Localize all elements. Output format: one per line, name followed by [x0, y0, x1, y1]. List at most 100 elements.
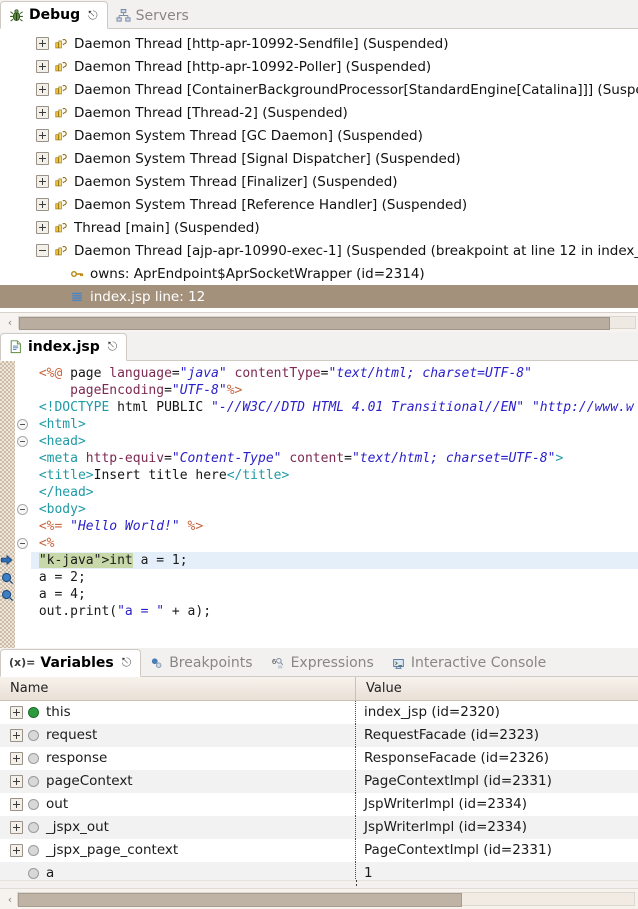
expand-icon[interactable] [36, 175, 49, 188]
variable-value-cell[interactable]: ResponseFacade (id=2326) [356, 747, 638, 770]
variable-name-cell[interactable]: pageContext [0, 769, 356, 793]
code-line[interactable]: <!DOCTYPE html PUBLIC "-//W3C//DTD HTML … [31, 399, 638, 416]
tab-expressions[interactable]: 6 Expressions [262, 650, 383, 677]
debug-scroll-track[interactable] [18, 315, 636, 330]
code-line[interactable]: <meta http-equiv="Content-Type" content=… [31, 450, 638, 467]
code-line[interactable]: a = 2; [31, 569, 638, 586]
variable-name-cell[interactable]: request [0, 723, 356, 747]
variables-table[interactable]: Name Value this index_jsp (id=2320) reques… [0, 676, 638, 880]
debug-tree-row[interactable]: Daemon Thread [Thread-2] (Suspended) [0, 101, 638, 124]
debug-tree-row[interactable]: Thread [main] (Suspended) [0, 216, 638, 239]
table-row[interactable]: out JspWriterImpl (id=2334) [0, 792, 638, 816]
debug-tree-row[interactable]: Daemon Thread [http-apr-10992-Sendfile] … [0, 32, 638, 55]
variable-value-cell[interactable]: RequestFacade (id=2323) [356, 724, 638, 747]
variable-value-cell[interactable]: JspWriterImpl (id=2334) [356, 793, 638, 816]
expand-icon[interactable] [36, 152, 49, 165]
collapse-icon[interactable] [36, 244, 49, 257]
table-row[interactable]: this index_jsp (id=2320) [0, 700, 638, 724]
close-icon[interactable]: ⎋ [88, 8, 98, 23]
code-line[interactable]: "k-java">int a = 1; [31, 551, 638, 569]
debug-tree-row[interactable]: Daemon Thread [ajp-apr-10990-exec-1] (Su… [0, 239, 638, 262]
source-code-text[interactable]: <%@ page language="java" contentType="te… [31, 361, 638, 648]
debug-tree-row[interactable]: Daemon Thread [ContainerBackgroundProces… [0, 78, 638, 101]
debug-tree-row[interactable]: Daemon System Thread [Signal Dispatcher]… [0, 147, 638, 170]
debug-scroll-thumb[interactable] [19, 316, 611, 330]
debug-tree-row[interactable]: Daemon System Thread [GC Daemon] (Suspen… [0, 124, 638, 147]
debug-tree-row[interactable]: Daemon Thread [http-apr-10992-Poller] (S… [0, 55, 638, 78]
code-line[interactable]: out.print("a = " + a); [31, 603, 638, 620]
code-line[interactable]: pageEncoding="UTF-8"%> [31, 382, 638, 399]
expand-icon[interactable] [36, 37, 49, 50]
tab-index-jsp[interactable]: index.jsp ⎋ [0, 332, 128, 361]
tab-variables[interactable]: (x)= Variables ⎋ [0, 648, 142, 677]
folding-gutter[interactable] [15, 360, 31, 648]
expand-icon[interactable] [10, 797, 23, 811]
debug-tree-row-selected[interactable]: index.jsp line: 12 [0, 285, 638, 308]
scroll-left-icon[interactable]: ‹ [3, 893, 17, 906]
variable-name-cell[interactable]: this [0, 700, 356, 724]
variable-value-cell[interactable]: PageContextImpl (id=2331) [356, 839, 638, 862]
close-icon[interactable]: ⎋ [108, 339, 118, 354]
variable-name-cell[interactable]: out [0, 792, 356, 816]
expand-icon[interactable] [10, 820, 23, 834]
tab-servers[interactable]: Servers [108, 2, 198, 29]
expand-icon[interactable] [36, 198, 49, 211]
expand-icon[interactable] [10, 728, 23, 742]
tab-debug[interactable]: Debug ⎋ [0, 1, 108, 29]
variable-value-cell[interactable]: JspWriterImpl (id=2334) [356, 816, 638, 839]
scroll-left-icon[interactable]: ‹ [2, 316, 18, 329]
code-line[interactable]: </head> [31, 484, 638, 501]
expand-icon[interactable] [36, 129, 49, 142]
debug-tree-row[interactable]: Daemon System Thread [Finalizer] (Suspen… [0, 170, 638, 193]
variable-name-cell[interactable]: _jspx_page_context [0, 838, 356, 862]
debug-thread-tree[interactable]: Daemon Thread [http-apr-10992-Sendfile] … [0, 29, 638, 308]
expand-icon[interactable] [36, 221, 49, 234]
debug-tree-row[interactable]: owns: AprEndpoint$AprSocketWrapper (id=2… [0, 262, 638, 285]
code-area[interactable]: <%@ page language="java" contentType="te… [0, 360, 638, 648]
expand-icon[interactable] [10, 774, 23, 788]
column-header-value[interactable]: Value [356, 677, 638, 700]
current-instruction-pointer-icon[interactable] [0, 553, 15, 570]
code-line[interactable]: <html> [31, 416, 638, 433]
tab-interactive-console[interactable]: Interactive Console [383, 650, 555, 677]
variable-value-cell[interactable]: 1 [356, 862, 638, 880]
variables-horizontal-scrollbar[interactable]: ‹ [0, 888, 638, 909]
variable-value-cell[interactable]: index_jsp (id=2320) [356, 701, 638, 724]
variables-scroll-track[interactable] [17, 892, 635, 907]
table-row[interactable]: pageContext PageContextImpl (id=2331) [0, 769, 638, 793]
variables-scroll-thumb[interactable] [18, 893, 462, 907]
expand-icon[interactable] [10, 843, 23, 857]
expand-icon[interactable] [36, 106, 49, 119]
expand-icon[interactable] [36, 83, 49, 96]
variable-value-cell[interactable]: PageContextImpl (id=2331) [356, 770, 638, 793]
table-row[interactable]: response ResponseFacade (id=2326) [0, 746, 638, 770]
variable-name-cell[interactable]: response [0, 746, 356, 770]
code-line[interactable]: <title>Insert title here</title> [31, 467, 638, 484]
variable-name-cell[interactable]: _jspx_out [0, 815, 356, 839]
expand-icon[interactable] [10, 751, 23, 765]
code-line[interactable]: <body> [31, 501, 638, 518]
fold-collapse-icon[interactable] [17, 418, 28, 430]
code-line[interactable]: <head> [31, 433, 638, 450]
column-header-name[interactable]: Name [0, 676, 356, 700]
close-icon[interactable]: ⎋ [122, 655, 132, 670]
fold-collapse-icon[interactable] [17, 435, 28, 447]
expand-icon[interactable] [36, 60, 49, 73]
code-line[interactable]: <%= "Hello World!" %> [31, 518, 638, 535]
fold-collapse-icon[interactable] [17, 503, 28, 515]
code-line[interactable]: <%@ page language="java" contentType="te… [31, 365, 638, 382]
debug-tree-row[interactable]: Daemon System Thread [Reference Handler]… [0, 193, 638, 216]
code-line[interactable]: <% [31, 535, 638, 552]
fold-collapse-icon[interactable] [17, 537, 28, 549]
code-line[interactable]: a = 4; [31, 586, 638, 603]
table-row[interactable]: a1 [0, 861, 638, 880]
table-row[interactable]: request RequestFacade (id=2323) [0, 723, 638, 747]
breakpoint-icon[interactable] [0, 587, 15, 604]
table-row[interactable]: _jspx_page_context PageContextImpl (id=23… [0, 838, 638, 862]
debug-horizontal-scrollbar[interactable]: ‹ [0, 312, 638, 332]
expand-icon[interactable] [10, 705, 23, 719]
breakpoint-icon[interactable] [0, 570, 15, 587]
table-row[interactable]: _jspx_out JspWriterImpl (id=2334) [0, 815, 638, 839]
breakpoint-gutter[interactable] [0, 360, 15, 648]
tab-breakpoints[interactable]: Breakpoints [141, 650, 261, 677]
